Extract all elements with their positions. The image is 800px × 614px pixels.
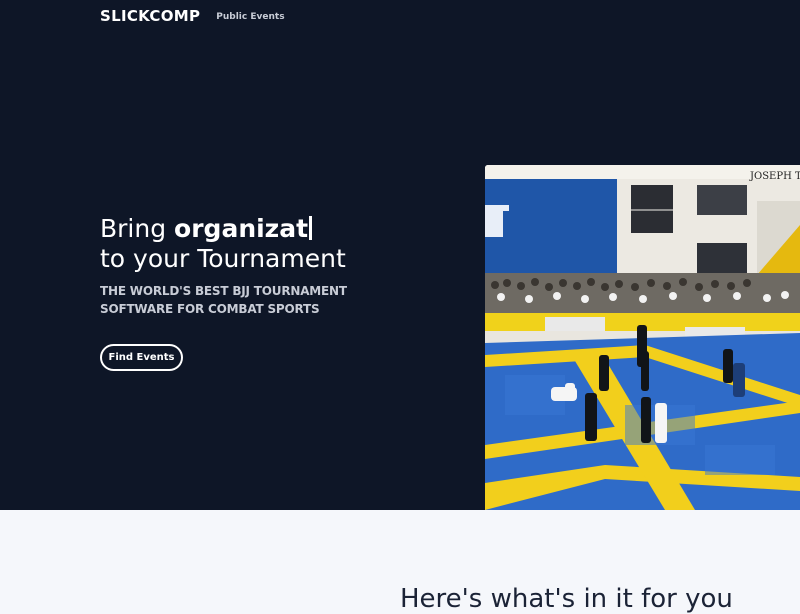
logo[interactable]: SLICKCOMP (100, 7, 200, 25)
find-events-button[interactable]: Find Events (100, 344, 183, 371)
features-section: Here's what's in it for you (0, 510, 800, 614)
hero-headline: Bring organizat to your Tournament (100, 214, 346, 274)
hero-section: SLICKCOMP Public Events Bring organizat … (0, 0, 800, 510)
tournament-photo: JOSEPH T (485, 165, 800, 510)
arena-sign-text: JOSEPH T (749, 171, 800, 182)
nav-link-public-events[interactable]: Public Events (216, 10, 284, 22)
headline-typed-word: organizat (174, 214, 309, 243)
headline-prefix: Bring (100, 214, 167, 243)
hero-subhead: THE WORLD'S BEST BJJ TOURNAMENT SOFTWARE… (100, 284, 347, 316)
headline-line2: to your Tournament (100, 244, 346, 273)
typing-cursor (309, 216, 313, 240)
top-nav: SLICKCOMP Public Events (100, 6, 285, 26)
section-title: Here's what's in it for you (400, 584, 733, 614)
